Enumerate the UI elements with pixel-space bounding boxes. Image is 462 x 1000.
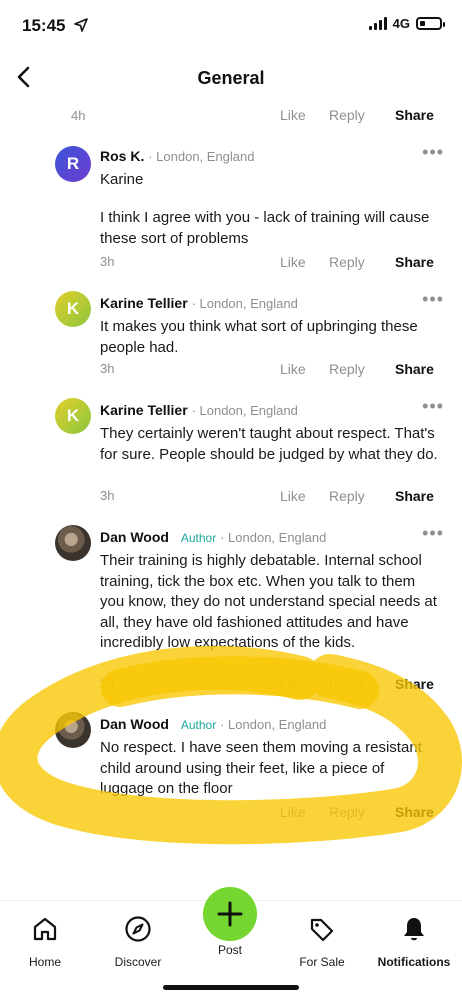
comment-item: K Karine Tellier · London, England ••• T… bbox=[0, 396, 462, 512]
nav-for-sale[interactable]: For Sale bbox=[277, 913, 367, 969]
status-time: 15:45 bbox=[22, 16, 66, 35]
avatar[interactable]: K bbox=[55, 398, 91, 434]
reply-button[interactable]: Reply bbox=[329, 676, 365, 692]
like-button[interactable]: Like bbox=[280, 107, 306, 123]
like-button[interactable]: Like bbox=[280, 488, 306, 504]
like-button[interactable]: Like bbox=[280, 676, 306, 692]
author-badge: Author bbox=[180, 531, 217, 545]
nav-label: Discover bbox=[114, 955, 162, 969]
like-button[interactable]: Like bbox=[280, 361, 306, 377]
price-tag-icon bbox=[277, 913, 367, 945]
comment-text: Their training is highly debatable. Inte… bbox=[100, 552, 437, 651]
share-button[interactable]: Share bbox=[395, 254, 434, 270]
reply-button[interactable]: Reply bbox=[329, 107, 365, 123]
battery-icon bbox=[416, 17, 445, 30]
avatar[interactable] bbox=[55, 525, 91, 561]
comment-time: 3h bbox=[100, 488, 115, 503]
reply-button[interactable]: Reply bbox=[329, 361, 365, 377]
comment-text: No respect. I have seen them moving a re… bbox=[100, 739, 422, 797]
avatar[interactable]: K bbox=[55, 291, 91, 327]
more-options-icon[interactable]: ••• bbox=[422, 289, 444, 310]
share-button[interactable]: Share bbox=[395, 676, 434, 692]
share-button[interactable]: Share bbox=[395, 488, 434, 504]
commenter-location: · London, England bbox=[148, 149, 255, 164]
comment-item: R Ros K. · London, England ••• Karine I … bbox=[0, 142, 462, 278]
location-arrow-icon bbox=[74, 18, 88, 37]
signal-icon bbox=[368, 17, 387, 30]
commenter-name[interactable]: Ros K. bbox=[100, 148, 144, 164]
page-title: General bbox=[197, 68, 265, 88]
post-actions: 4h Like Reply Share bbox=[0, 104, 462, 128]
reply-button[interactable]: Reply bbox=[329, 804, 365, 820]
commenter-name[interactable]: Dan Wood bbox=[100, 529, 169, 545]
nav-home[interactable]: Home bbox=[0, 913, 90, 969]
commenter-location: · London, England bbox=[191, 403, 298, 418]
comment-time: 3h bbox=[100, 254, 115, 269]
post-time: 4h bbox=[71, 108, 86, 123]
home-icon bbox=[0, 913, 90, 945]
comment-item: Dan Wood Author · London, England ••• Th… bbox=[0, 523, 462, 692]
share-button[interactable]: Share bbox=[395, 107, 434, 123]
nav-discover[interactable]: Discover bbox=[93, 913, 183, 969]
author-badge: Author bbox=[180, 718, 217, 732]
commenter-location: · London, England bbox=[220, 530, 327, 545]
like-button[interactable]: Like bbox=[280, 254, 306, 270]
commenter-location: · London, England bbox=[220, 717, 327, 732]
comment-text: They certainly weren't taught about resp… bbox=[100, 425, 438, 463]
share-button[interactable]: Share bbox=[395, 361, 434, 377]
bell-icon bbox=[369, 913, 459, 945]
share-button[interactable]: Share bbox=[395, 804, 434, 820]
comment-item: K Karine Tellier · London, England ••• I… bbox=[0, 289, 462, 385]
nav-label: For Sale bbox=[299, 955, 345, 969]
reply-button[interactable]: Reply bbox=[329, 254, 365, 270]
reply-button[interactable]: Reply bbox=[329, 488, 365, 504]
nav-label: Notifications bbox=[377, 955, 451, 969]
header: General bbox=[0, 56, 462, 100]
home-indicator bbox=[163, 985, 299, 990]
commenter-name[interactable]: Dan Wood bbox=[100, 716, 169, 732]
more-options-icon[interactable]: ••• bbox=[422, 523, 444, 544]
comment-time: 2h bbox=[100, 676, 115, 691]
more-options-icon[interactable]: ••• bbox=[422, 396, 444, 417]
post-button[interactable] bbox=[203, 887, 257, 941]
mention-tag[interactable]: Karine bbox=[100, 170, 440, 191]
plus-icon bbox=[217, 901, 243, 927]
nav-label[interactable]: Post bbox=[185, 943, 275, 957]
avatar[interactable] bbox=[55, 712, 91, 748]
commenter-name[interactable]: Karine Tellier bbox=[100, 402, 188, 418]
commenter-name[interactable]: Karine Tellier bbox=[100, 295, 188, 311]
status-bar: 15:45 4G bbox=[0, 0, 462, 50]
commenter-location: · London, England bbox=[191, 296, 298, 311]
comment-item: Dan Wood Author · London, England No res… bbox=[0, 712, 462, 826]
comment-time: 3h bbox=[100, 361, 115, 376]
network-label: 4G bbox=[392, 16, 410, 31]
compass-icon bbox=[93, 913, 183, 945]
nav-notifications[interactable]: Notifications bbox=[369, 913, 459, 969]
comment-text: I think I agree with you - lack of train… bbox=[100, 209, 430, 247]
like-button[interactable]: Like bbox=[280, 804, 306, 820]
nav-label: Home bbox=[28, 955, 61, 969]
avatar[interactable]: R bbox=[55, 146, 91, 182]
comment-text: It makes you think what sort of upbringi… bbox=[100, 318, 418, 356]
more-options-icon[interactable]: ••• bbox=[422, 142, 444, 163]
